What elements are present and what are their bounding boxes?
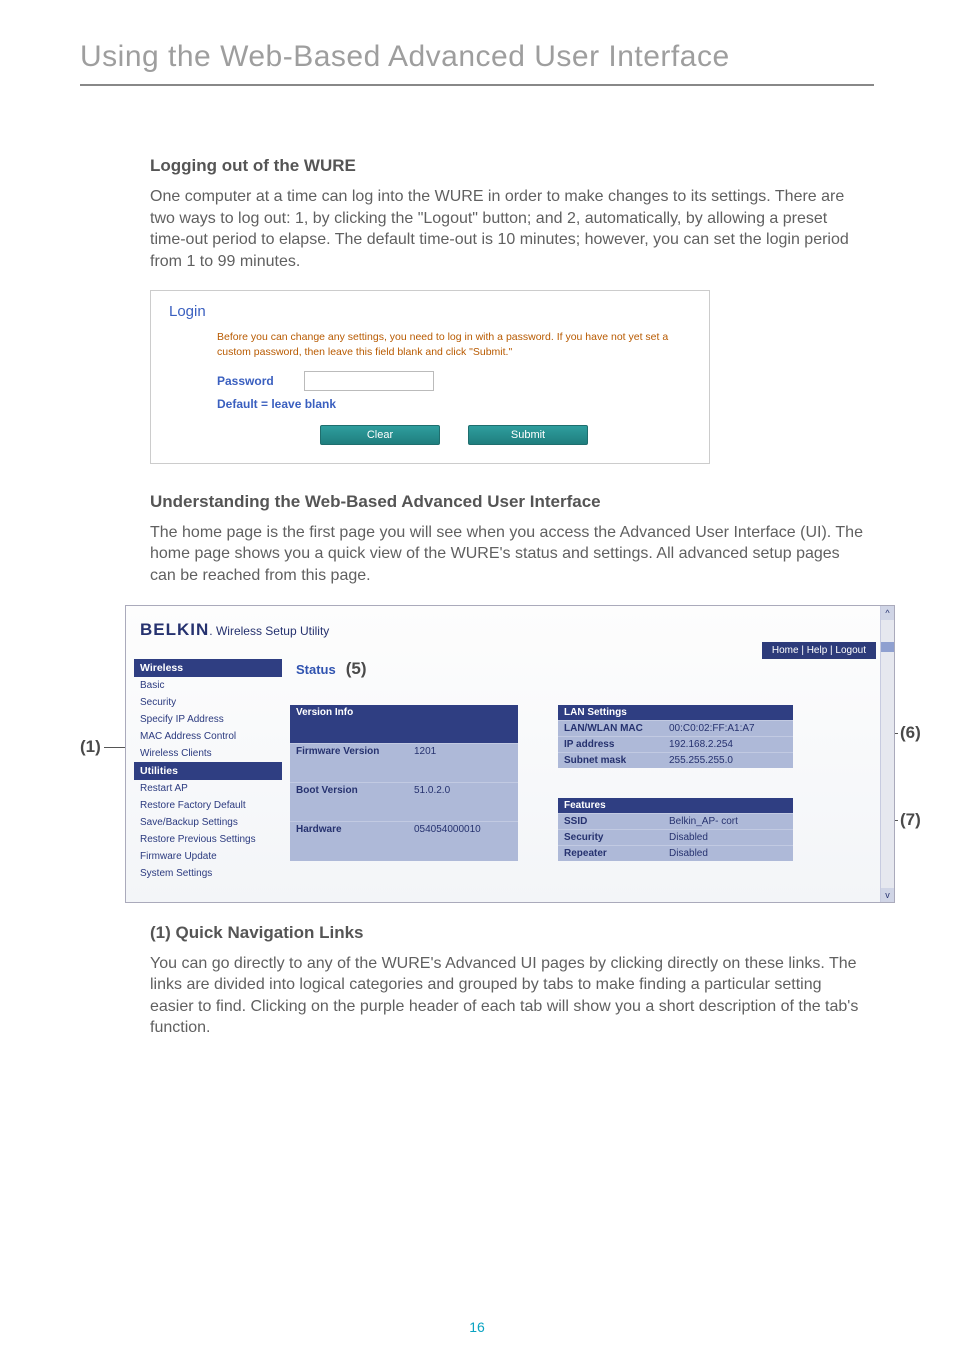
lan-head: LAN Settings (558, 705, 793, 720)
title-rule (80, 84, 874, 86)
brand-subtitle: . Wireless Setup Utility (209, 624, 329, 638)
hw-value: 054054000010 (408, 821, 518, 860)
features-head: Features (558, 798, 793, 813)
annotation-5: (5) (346, 659, 367, 679)
password-input[interactable] (304, 371, 434, 391)
features-table: Features SSIDBelkin_AP- cort SecurityDis… (558, 798, 793, 861)
page-number: 16 (0, 1319, 954, 1335)
login-title: Login (169, 303, 691, 320)
sec-value: Disabled (663, 829, 793, 845)
login-message: Before you can change any settings, you … (217, 330, 691, 358)
heading-quicknav: (1) Quick Navigation Links (150, 923, 864, 943)
scroll-down-icon[interactable]: v (881, 888, 894, 902)
sidebar-item-ip[interactable]: Specify IP Address (134, 711, 282, 728)
version-info-head: Version Info (290, 705, 518, 743)
sidebar-item-basic[interactable]: Basic (134, 677, 282, 694)
fw-ver-label: Firmware Version (290, 743, 408, 782)
password-label: Password (217, 374, 274, 388)
home-help-logout[interactable]: Home | Help | Logout (762, 642, 876, 659)
scroll-thumb[interactable] (881, 642, 894, 652)
ip-value: 192.168.2.254 (663, 736, 793, 752)
sidebar-item-firmware[interactable]: Firmware Update (134, 848, 282, 865)
fw-ver-value: 1201 (408, 743, 518, 782)
sidebar-item-system[interactable]: System Settings (134, 865, 282, 882)
heading-understanding: Understanding the Web-Based Advanced Use… (150, 492, 864, 512)
sidebar-item-restart[interactable]: Restart AP (134, 780, 282, 797)
text-quicknav: You can go directly to any of the WURE's… (150, 953, 864, 1039)
submit-button[interactable]: Submit (468, 425, 588, 445)
sidebar-item-restore-prev[interactable]: Restore Previous Settings (134, 831, 282, 848)
brand-logo: BELKIN (140, 620, 209, 639)
sidebar-head-wireless[interactable]: Wireless (134, 659, 282, 677)
hw-label: Hardware (290, 821, 408, 860)
ip-label: IP address (558, 736, 663, 752)
default-blank-label: Default = leave blank (217, 397, 691, 411)
sidebar-item-restore-default[interactable]: Restore Factory Default (134, 797, 282, 814)
dashboard-window: ^ v BELKIN. Wireless Setup Utility Home … (125, 605, 895, 903)
ssid-value: Belkin_AP- cort (663, 813, 793, 829)
dashboard-figure: (2) (3) (4) (1) (6) (7) ^ v BELKIN. Wire… (80, 605, 920, 903)
boot-ver-value: 51.0.2.0 (408, 782, 518, 821)
sidebar-item-mac[interactable]: MAC Address Control (134, 728, 282, 745)
subnet-value: 255.255.255.0 (663, 752, 793, 768)
text-logout: One computer at a time can log into the … (150, 186, 864, 272)
status-label: Status (296, 662, 336, 677)
lan-settings-table: LAN Settings LAN/WLAN MAC00:C0:02:FF:A1:… (558, 705, 793, 768)
sec-label: Security (558, 829, 663, 845)
dashboard-main: Status (5) Version Info Firmware Version… (290, 659, 888, 882)
rep-label: Repeater (558, 845, 663, 861)
heading-logout: Logging out of the WURE (150, 156, 864, 176)
rep-value: Disabled (663, 845, 793, 861)
sidebar-head-utilities[interactable]: Utilities (134, 762, 282, 780)
sidebar-item-security[interactable]: Security (134, 694, 282, 711)
sidebar: Wireless Basic Security Specify IP Addre… (134, 659, 282, 882)
text-understanding: The home page is the first page you will… (150, 522, 864, 587)
scroll-up-icon[interactable]: ^ (881, 606, 894, 620)
ssid-label: SSID (558, 813, 663, 829)
page-title: Using the Web-Based Advanced User Interf… (80, 40, 874, 84)
annotation-6: (6) (900, 723, 921, 743)
sidebar-item-clients[interactable]: Wireless Clients (134, 745, 282, 762)
lan-mac-label: LAN/WLAN MAC (558, 720, 663, 736)
subnet-label: Subnet mask (558, 752, 663, 768)
sidebar-item-save[interactable]: Save/Backup Settings (134, 814, 282, 831)
version-info-table: Version Info Firmware Version1201 Boot V… (290, 705, 518, 861)
login-box: Login Before you can change any settings… (150, 290, 710, 463)
annotation-7: (7) (900, 810, 921, 830)
clear-button[interactable]: Clear (320, 425, 440, 445)
annotation-1: (1) (80, 737, 101, 757)
boot-ver-label: Boot Version (290, 782, 408, 821)
lan-mac-value: 00:C0:02:FF:A1:A7 (663, 720, 793, 736)
